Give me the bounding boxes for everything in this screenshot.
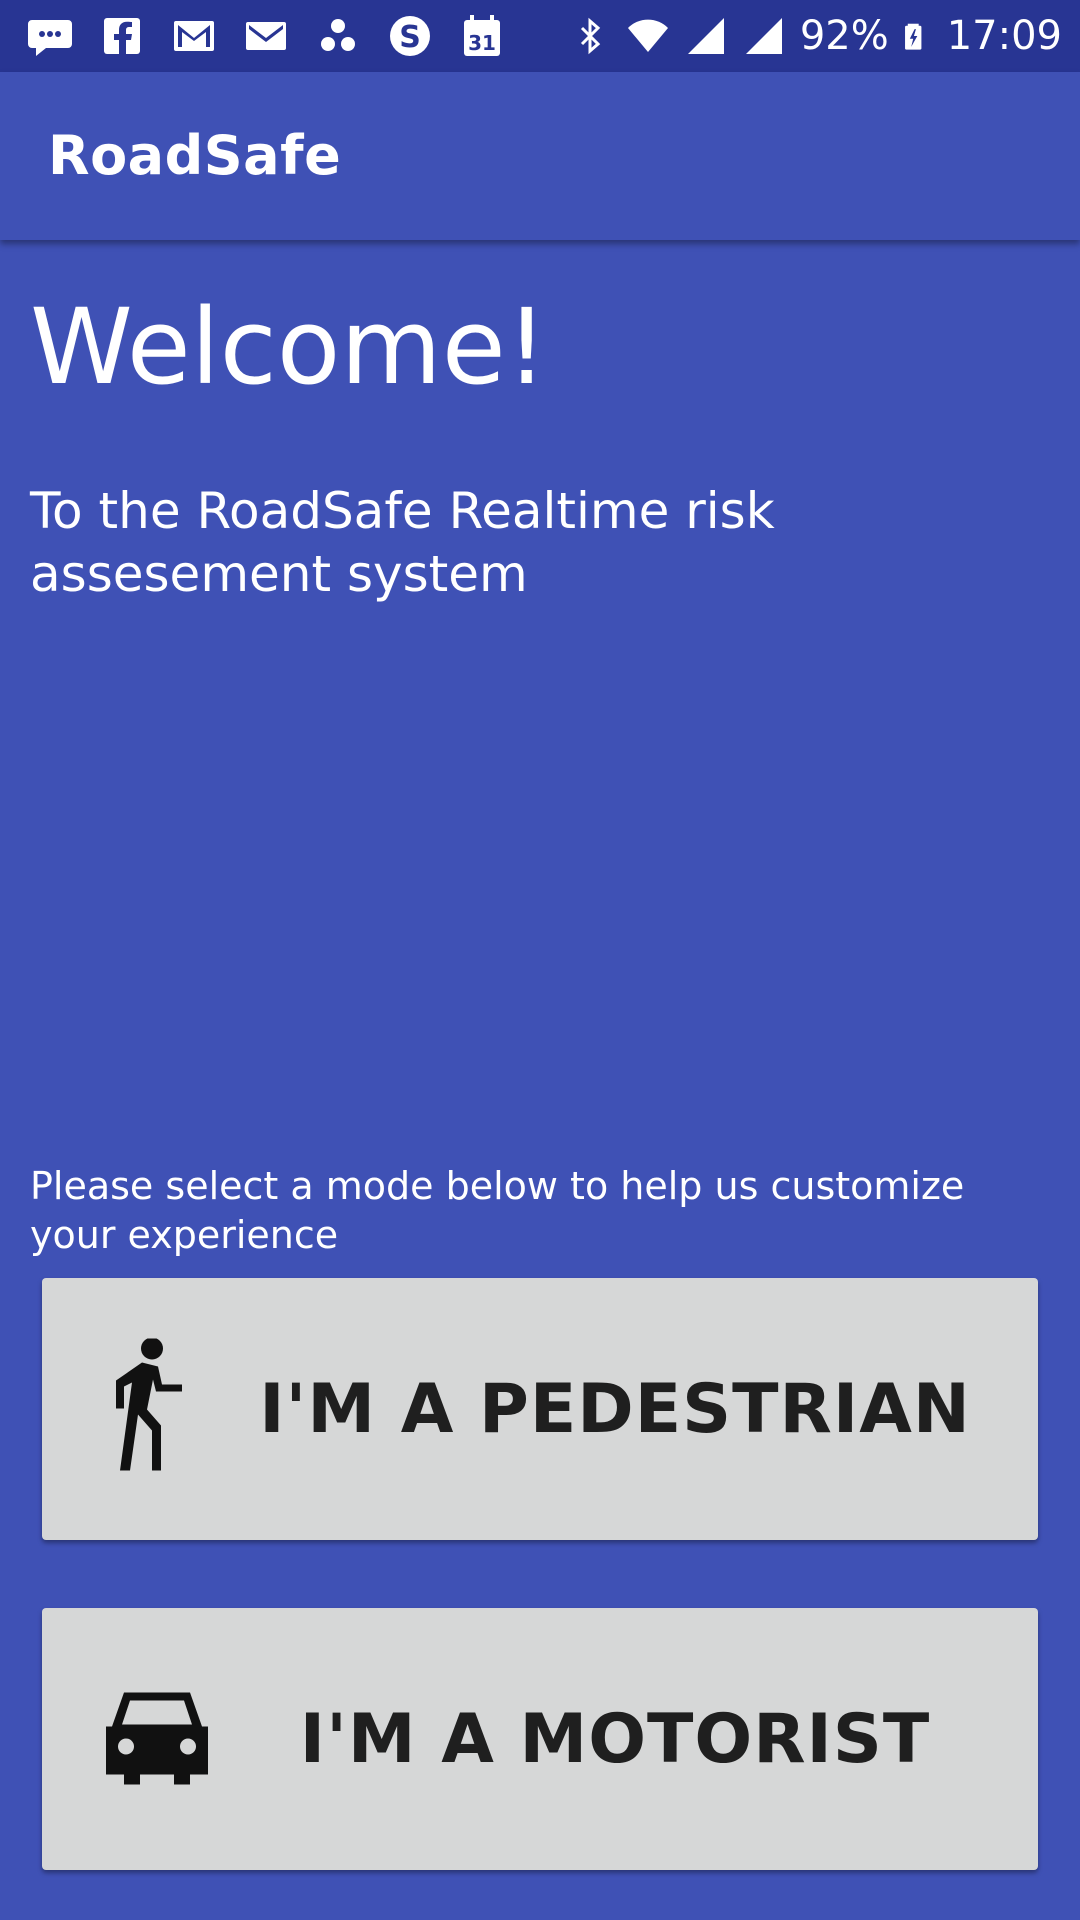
chat-bubble-icon: [24, 10, 76, 62]
pedestrian-button-label: I'M A PEDESTRIAN: [259, 1369, 971, 1449]
motorist-mode-button[interactable]: I'M A MOTORIST: [42, 1608, 1038, 1870]
email-icon: [240, 10, 292, 62]
mode-prompt: Please select a mode below to help us cu…: [30, 1164, 965, 1258]
skype-icon: S: [384, 10, 436, 62]
calendar-day: 31: [468, 31, 496, 55]
welcome-subtitle: To the RoadSafe Realtime risk assesement…: [30, 482, 775, 603]
status-bar: S 31 92% 17:09: [0, 0, 1080, 72]
wifi-icon: [626, 14, 670, 58]
main-content: Welcome! To the RoadSafe Realtime risk a…: [0, 240, 1080, 1920]
svg-text:S: S: [399, 20, 421, 55]
cluster-icon: [312, 10, 364, 62]
gmail-icon: [168, 10, 220, 62]
facebook-icon: [96, 10, 148, 62]
calendar-icon: 31: [456, 10, 508, 62]
app-title: RoadSafe: [48, 124, 342, 187]
notification-icons: S 31: [24, 10, 508, 62]
clock: 17:09: [946, 13, 1062, 59]
signal-icon: [742, 14, 786, 58]
system-icons: 92% 17:09: [568, 10, 1062, 62]
bluetooth-icon: [568, 14, 612, 58]
signal-icon: [684, 14, 728, 58]
welcome-heading: Welcome!: [30, 286, 548, 408]
app-bar: RoadSafe: [0, 72, 1080, 240]
pedestrian-mode-button[interactable]: I'M A PEDESTRIAN: [42, 1278, 1038, 1540]
battery-percent: 92%: [799, 13, 889, 59]
pedestrian-icon: [102, 1337, 186, 1480]
battery-charging-icon: [903, 14, 933, 58]
motorist-button-label: I'M A MOTORIST: [299, 1699, 931, 1779]
